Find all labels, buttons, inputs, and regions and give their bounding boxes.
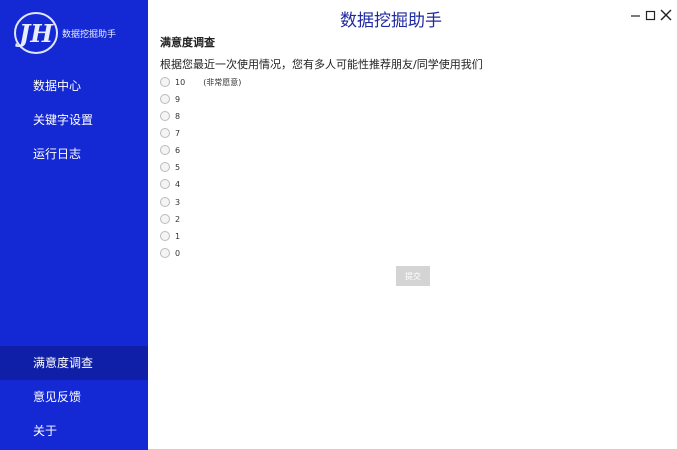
survey-option[interactable]: 5: [160, 161, 180, 173]
sidebar-item-keyword-settings[interactable]: 关键字设置: [0, 103, 148, 137]
sidebar-item-label: 满意度调查: [33, 356, 94, 370]
radio-button[interactable]: [160, 248, 170, 258]
radio-button[interactable]: [160, 111, 170, 121]
survey-option[interactable]: 9: [160, 93, 180, 105]
survey-option[interactable]: 6: [160, 144, 180, 156]
logo-text: JH: [15, 19, 54, 48]
sidebar-item-data-center[interactable]: 数据中心: [0, 69, 148, 103]
radio-button[interactable]: [160, 231, 170, 241]
sidebar-item-about[interactable]: 关于: [0, 414, 148, 448]
radio-button[interactable]: [160, 94, 170, 104]
survey-title: 满意度调查: [160, 36, 215, 49]
survey-question: 根据您最近一次使用情况，您有多人可能性推荐朋友/同学使用我们: [160, 58, 483, 71]
option-label: 8: [175, 111, 181, 121]
survey-option[interactable]: 1: [160, 230, 180, 242]
option-label: 0: [175, 248, 181, 258]
option-label: 3: [175, 197, 181, 207]
option-label: 5: [175, 162, 181, 172]
sidebar-item-label: 关于: [33, 424, 58, 438]
sidebar-item-label: 意见反馈: [33, 390, 82, 404]
radio-button[interactable]: [160, 179, 170, 189]
survey-option[interactable]: 4: [160, 178, 180, 190]
option-label: 4: [175, 179, 181, 189]
radio-button[interactable]: [160, 145, 170, 155]
radio-button[interactable]: [160, 77, 170, 87]
option-label: 7: [175, 128, 181, 138]
close-icon[interactable]: [659, 8, 673, 22]
sidebar-item-feedback[interactable]: 意见反馈: [0, 380, 148, 414]
option-label: 2: [175, 214, 181, 224]
main-panel: 数据挖掘助手 满意度调查 根据您最近一次使用情况，您有多人可能性推荐朋友/同学使…: [148, 0, 677, 450]
page-title: 数据挖掘助手: [340, 11, 442, 31]
option-label: 10: [175, 77, 186, 87]
survey-option[interactable]: 0: [160, 247, 180, 259]
sidebar-item-satisfaction-survey[interactable]: 满意度调查: [0, 346, 148, 380]
survey-option[interactable]: 10 (非常愿意): [160, 76, 241, 88]
survey-option[interactable]: 2: [160, 213, 180, 225]
option-label: 1: [175, 231, 181, 241]
option-hint: (非常愿意): [203, 77, 242, 87]
maximize-icon[interactable]: [644, 8, 658, 22]
sidebar-item-label: 运行日志: [33, 147, 82, 161]
survey-option[interactable]: 3: [160, 196, 180, 208]
sidebar-item-label: 关键字设置: [33, 113, 94, 127]
survey-option[interactable]: 7: [160, 127, 180, 139]
radio-button[interactable]: [160, 162, 170, 172]
app-logo-icon: JH: [14, 12, 58, 54]
submit-button[interactable]: 提交: [396, 266, 430, 286]
brand-name: 数据挖掘助手: [62, 30, 117, 40]
radio-button[interactable]: [160, 197, 170, 207]
minimize-icon[interactable]: [629, 8, 643, 22]
option-label: 6: [175, 145, 181, 155]
radio-button[interactable]: [160, 214, 170, 224]
option-label: 9: [175, 94, 181, 104]
survey-option[interactable]: 8: [160, 110, 180, 122]
sidebar-item-run-log[interactable]: 运行日志: [0, 137, 148, 171]
sidebar-item-label: 数据中心: [33, 79, 82, 93]
sidebar: JH 数据挖掘助手 数据中心 关键字设置 运行日志 满意度调查 意见反馈 关于: [0, 0, 148, 450]
radio-button[interactable]: [160, 128, 170, 138]
